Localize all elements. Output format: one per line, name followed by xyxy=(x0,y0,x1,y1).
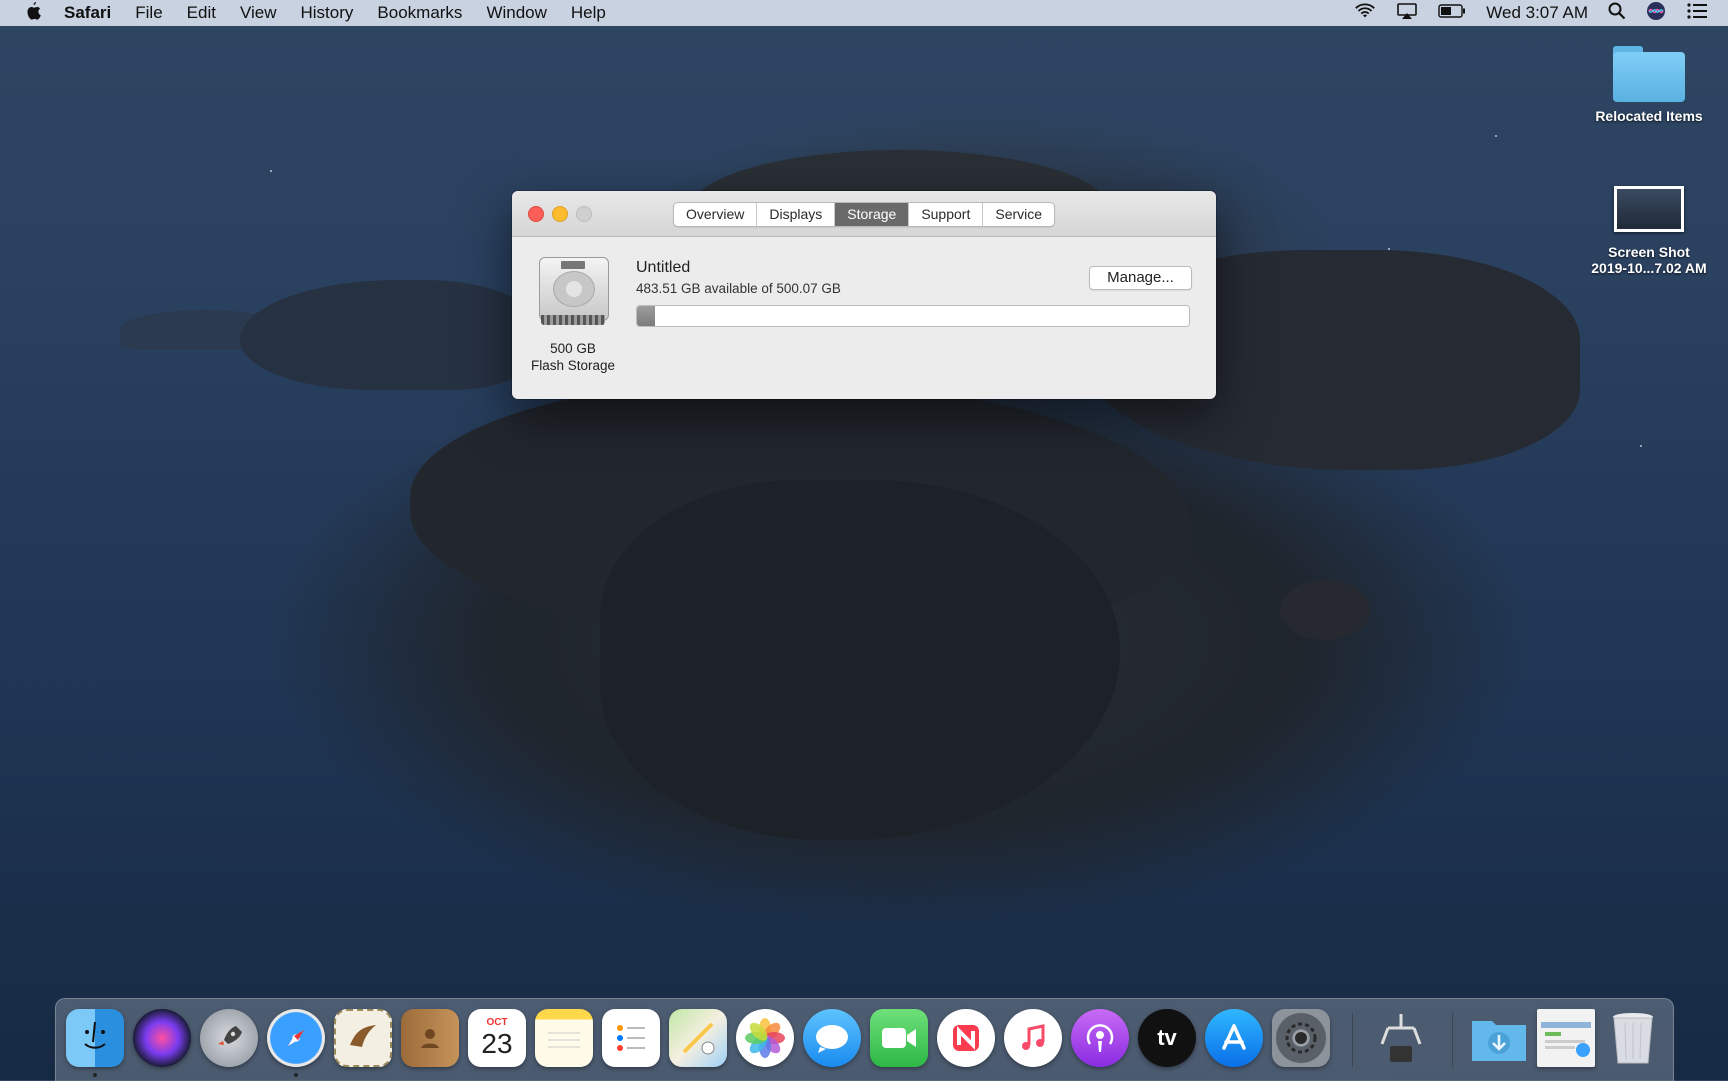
star xyxy=(270,170,272,172)
menu-bookmarks[interactable]: Bookmarks xyxy=(377,3,462,23)
tab-storage[interactable]: Storage xyxy=(835,203,910,226)
minimize-button[interactable] xyxy=(552,206,568,222)
desktop-folder-relocated-items[interactable]: Relocated Items xyxy=(1579,46,1719,124)
tab-service[interactable]: Service xyxy=(983,203,1054,226)
dock-reminders-icon[interactable] xyxy=(602,1009,660,1067)
desktop-icon-label: 2019-10...7.02 AM xyxy=(1591,260,1707,276)
dock-messages-icon[interactable] xyxy=(803,1009,861,1067)
desktop-icon-label: Screen Shot xyxy=(1608,244,1690,260)
folder-icon xyxy=(1613,46,1685,102)
running-indicator xyxy=(294,1073,298,1077)
wallpaper-rock xyxy=(1280,580,1370,640)
storage-usage-bar xyxy=(636,305,1190,327)
close-button[interactable] xyxy=(528,206,544,222)
hard-drive-icon xyxy=(539,257,609,327)
storage-panel: 500 GB Flash Storage Untitled 483.51 GB … xyxy=(512,237,1216,399)
zoom-button xyxy=(576,206,592,222)
segmented-tab-control: Overview Displays Storage Support Servic… xyxy=(673,202,1056,227)
wallpaper-island xyxy=(600,480,1120,840)
calendar-day: 23 xyxy=(481,1028,513,1059)
dock-safari-icon[interactable] xyxy=(267,1009,325,1067)
desktop-screenshot-file[interactable]: Screen Shot 2019-10...7.02 AM xyxy=(1579,186,1719,276)
dock-app-store-icon[interactable] xyxy=(1205,1009,1263,1067)
dock-system-preferences-icon[interactable] xyxy=(1272,1009,1330,1067)
airplay-icon[interactable] xyxy=(1396,2,1418,24)
dock-music-icon[interactable] xyxy=(1004,1009,1062,1067)
about-this-mac-window: Overview Displays Storage Support Servic… xyxy=(512,191,1216,399)
dock-downloads-folder-icon[interactable] xyxy=(1470,1009,1528,1067)
dock-maps-icon[interactable] xyxy=(669,1009,727,1067)
dock-launchpad-icon[interactable] xyxy=(200,1009,258,1067)
window-titlebar[interactable]: Overview Displays Storage Support Servic… xyxy=(512,191,1216,237)
star xyxy=(1640,445,1642,447)
siri-icon[interactable] xyxy=(1646,1,1666,26)
menu-clock[interactable]: Wed 3:07 AM xyxy=(1486,3,1588,23)
notification-center-icon[interactable] xyxy=(1686,2,1708,25)
dock-siri-icon[interactable] xyxy=(133,1009,191,1067)
dock-finder-icon[interactable] xyxy=(66,1009,124,1067)
menu-app-name[interactable]: Safari xyxy=(64,3,111,23)
menu-view[interactable]: View xyxy=(240,3,277,23)
dock-contacts-icon[interactable] xyxy=(401,1009,459,1067)
dock-photos-icon[interactable] xyxy=(736,1009,794,1067)
running-indicator xyxy=(93,1073,97,1077)
menu-window[interactable]: Window xyxy=(486,3,546,23)
tab-displays[interactable]: Displays xyxy=(757,203,836,226)
dock-mail-icon[interactable] xyxy=(334,1009,392,1067)
storage-usage-fill xyxy=(637,306,656,326)
dock-screenshot-icon[interactable] xyxy=(1537,1009,1595,1067)
spotlight-search-icon[interactable] xyxy=(1608,2,1626,25)
menu-file[interactable]: File xyxy=(135,3,162,23)
dock: OCT 23 tv xyxy=(55,998,1674,1081)
dock-separator xyxy=(1352,1013,1353,1067)
dock-calendar-icon[interactable]: OCT 23 xyxy=(468,1009,526,1067)
dock-tv-icon[interactable]: tv xyxy=(1138,1009,1196,1067)
star xyxy=(1388,248,1390,250)
screenshot-thumbnail-icon xyxy=(1614,186,1684,232)
menu-history[interactable]: History xyxy=(301,3,354,23)
desktop-icon-label: Relocated Items xyxy=(1595,108,1703,124)
wallpaper-island xyxy=(240,280,530,390)
apple-menu-icon[interactable] xyxy=(22,1,44,25)
tv-label: tv xyxy=(1157,1025,1177,1050)
dock-directory-utility-icon[interactable] xyxy=(1372,1009,1430,1067)
drive-capacity: 500 GB xyxy=(550,341,596,356)
star xyxy=(1495,135,1497,137)
menu-bar: Safari File Edit View History Bookmarks … xyxy=(0,0,1728,26)
dock-podcasts-icon[interactable] xyxy=(1071,1009,1129,1067)
tab-overview[interactable]: Overview xyxy=(674,203,758,226)
dock-news-icon[interactable] xyxy=(937,1009,995,1067)
dock-trash-icon[interactable] xyxy=(1604,1009,1662,1067)
wifi-icon[interactable] xyxy=(1354,3,1376,24)
tab-support[interactable]: Support xyxy=(909,203,984,226)
battery-icon[interactable] xyxy=(1438,3,1466,23)
dock-facetime-icon[interactable] xyxy=(870,1009,928,1067)
menu-help[interactable]: Help xyxy=(571,3,606,23)
volume-available: 483.51 GB available of 500.07 GB xyxy=(636,281,841,296)
menu-edit[interactable]: Edit xyxy=(187,3,216,23)
volume-name: Untitled xyxy=(636,259,691,276)
drive-type: Flash Storage xyxy=(530,358,616,373)
dock-separator xyxy=(1452,1013,1453,1067)
dock-notes-icon[interactable] xyxy=(535,1009,593,1067)
manage-button[interactable]: Manage... xyxy=(1089,266,1192,290)
